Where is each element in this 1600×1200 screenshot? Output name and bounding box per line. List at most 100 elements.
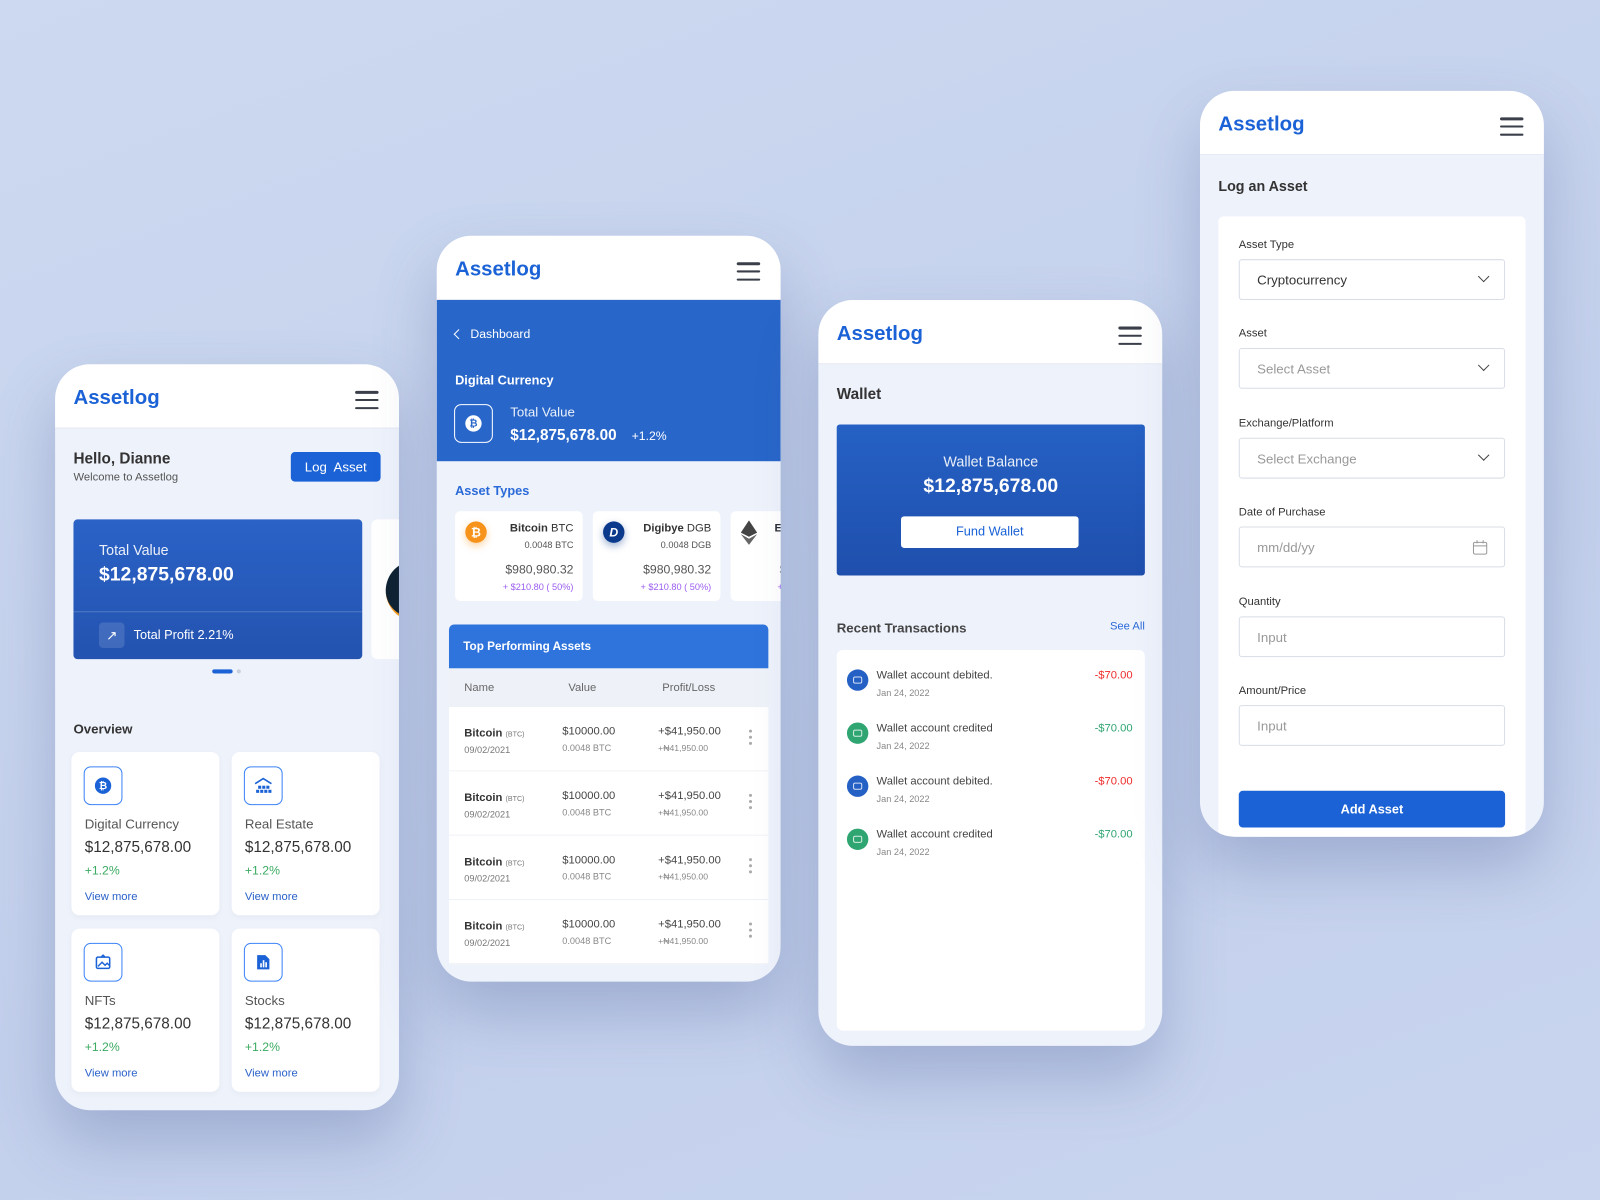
bitcoin-coin-icon: ₿: [465, 521, 487, 543]
asset-price: $980,980.32: [643, 562, 712, 577]
asset-value: $10000.00: [562, 854, 616, 867]
chevron-down-icon: [1477, 359, 1490, 372]
chart-file-icon: [243, 942, 283, 982]
bitcoin-icon: ₿: [83, 766, 123, 806]
asset-qty: 0.0048 BTC: [562, 871, 612, 882]
wallet-icon: [846, 775, 869, 797]
asset-date: 09/02/2021: [464, 873, 511, 884]
transaction-item[interactable]: Wallet account credited Jan 24, 2022 -$7…: [846, 828, 1133, 870]
asset-change: + $210.80 ( 50%): [640, 581, 712, 592]
hamburger-menu-icon[interactable]: [1118, 326, 1142, 345]
table-row[interactable]: Bitcoin (BTC) 09/02/2021 $10000.00 0.004…: [448, 771, 769, 836]
exchange-select[interactable]: Select Exchange: [1238, 437, 1506, 479]
ethereum-coin-icon: [740, 520, 758, 550]
profit-loss-ngn: +₦41,950.00: [658, 742, 709, 754]
wallet-icon: [846, 669, 869, 691]
column-header: Name: [464, 681, 495, 694]
add-asset-button[interactable]: Add Asset: [1238, 790, 1506, 828]
transaction-text: Wallet account credited: [876, 828, 993, 841]
next-card-peek[interactable]: [371, 519, 399, 660]
table-row[interactable]: Bitcoin (BTC) 09/02/2021 $10000.00 0.004…: [448, 835, 769, 900]
transaction-amount: -$70.00: [1094, 775, 1133, 788]
hamburger-menu-icon[interactable]: [355, 390, 379, 410]
asset-value: $10000.00: [562, 725, 616, 738]
transaction-item[interactable]: Wallet account debited. Jan 24, 2022 -$7…: [846, 775, 1133, 817]
total-value: $12,875,678.00: [98, 564, 234, 586]
table-row[interactable]: Bitcoin (BTC) 09/02/2021 $10000.00 0.004…: [448, 707, 769, 772]
wallet-icon: [846, 722, 869, 744]
table-row[interactable]: Bitcoin (BTC) 09/02/2021 $10000.00 0.004…: [448, 899, 769, 965]
column-header: Profit/Loss: [662, 681, 716, 694]
asset-qty: 0.0048 DGB: [660, 539, 712, 550]
transaction-item[interactable]: Wallet account debited. Jan 24, 2022 -$7…: [846, 669, 1133, 710]
hamburger-menu-icon[interactable]: [736, 262, 761, 281]
carousel-dot-active[interactable]: [212, 669, 233, 674]
hamburger-menu-icon[interactable]: [1499, 117, 1524, 136]
transaction-date: Jan 24, 2022: [876, 793, 930, 805]
calendar-icon[interactable]: [1472, 540, 1488, 555]
transaction-date: Jan 24, 2022: [876, 740, 930, 752]
asset-price: $: [780, 562, 781, 576]
home-screen: Assetlog Hello, Dianne Welcome to Assetl…: [55, 364, 399, 1111]
view-more-link[interactable]: View more: [85, 891, 138, 903]
app-logo: Assetlog: [836, 322, 923, 345]
more-options-icon[interactable]: [748, 922, 753, 938]
profit-loss: +$41,950.00: [658, 854, 721, 867]
transaction-amount: -$70.00: [1094, 669, 1133, 682]
digital-currency-screen: Assetlog Dashboard Digital Currency ₿ To…: [436, 235, 781, 982]
asset-card-ethereum[interactable]: E $ +: [730, 511, 781, 602]
overview-value: $12,875,678.00: [244, 1015, 352, 1033]
overview-label: Stocks: [244, 992, 285, 1009]
recent-transactions-title: Recent Transactions: [836, 620, 967, 636]
coin-illustration: [385, 560, 399, 622]
greeting: Hello, Dianne: [73, 449, 171, 468]
profit-loss: +$41,950.00: [658, 789, 721, 803]
overview-card-stocks[interactable]: Stocks $12,875,678.00 +1.2% View more: [231, 928, 380, 1092]
total-value-card[interactable]: Total Value $12,875,678.00 ↗ Total Profi…: [73, 519, 363, 660]
wallet-balance-label: Wallet Balance: [943, 453, 1039, 470]
profit-loss-ngn: +₦41,950.00: [658, 871, 709, 882]
welcome-text: Welcome to Assetlog: [73, 471, 179, 484]
quantity-input[interactable]: Input: [1238, 616, 1506, 658]
asset-change: +: [778, 582, 781, 592]
view-more-link[interactable]: View more: [245, 1067, 298, 1079]
amount-input[interactable]: Input: [1238, 705, 1506, 746]
more-options-icon[interactable]: [748, 858, 753, 874]
asset-type-select[interactable]: Cryptocurrency: [1238, 259, 1506, 300]
asset-name: Bitcoin BTC: [509, 522, 574, 535]
view-more-link[interactable]: View more: [245, 891, 298, 903]
asset-card-digibyte[interactable]: D Digibye DGB 0.0048 DGB $980,980.32 + $…: [592, 511, 721, 602]
overview-title: Overview: [73, 721, 133, 737]
profit-loss-ngn: +₦41,950.00: [658, 935, 709, 946]
back-link[interactable]: Dashboard: [453, 327, 530, 341]
total-change: +1.2%: [631, 428, 667, 443]
app-header: Assetlog: [818, 299, 1163, 365]
transaction-amount: -$70.00: [1094, 722, 1133, 735]
log-asset-button[interactable]: Log Asset: [290, 452, 381, 482]
chevron-down-icon: [1477, 270, 1490, 283]
fund-wallet-button[interactable]: Fund Wallet: [901, 516, 1079, 548]
arrow-up-right-icon: ↗: [98, 622, 125, 648]
asset-select[interactable]: Select Asset: [1238, 347, 1506, 389]
transaction-date: Jan 24, 2022: [876, 687, 930, 698]
more-options-icon[interactable]: [748, 793, 753, 810]
overview-card-real-estate[interactable]: Real Estate $12,875,678.00 +1.2% View mo…: [231, 752, 380, 916]
overview-value: $12,875,678.00: [84, 838, 192, 857]
see-all-link[interactable]: See All: [1110, 620, 1145, 632]
asset-change: + $210.80 ( 50%): [502, 581, 574, 592]
asset-card-bitcoin[interactable]: ₿ Bitcoin BTC 0.0048 BTC $980,980.32 + $…: [455, 511, 583, 602]
section-title: Digital Currency: [455, 373, 554, 388]
date-of-purchase-input[interactable]: mm/dd/yy: [1238, 526, 1506, 568]
asset-type-label: Asset Type: [1238, 238, 1295, 252]
overview-label: NFTs: [84, 992, 116, 1009]
transaction-item[interactable]: Wallet account credited Jan 24, 2022 -$7…: [846, 722, 1133, 763]
total-value: $12,875,678.00: [510, 426, 617, 444]
more-options-icon[interactable]: [748, 729, 753, 745]
app-header: Assetlog: [55, 364, 399, 429]
overview-card-nfts[interactable]: NFTs $12,875,678.00 +1.2% View more: [71, 928, 220, 1092]
currency-hero: Dashboard Digital Currency ₿ Total Value…: [436, 299, 781, 462]
carousel-dot[interactable]: [236, 669, 241, 674]
view-more-link[interactable]: View more: [85, 1067, 138, 1079]
asset-value: $10000.00: [562, 918, 616, 931]
overview-card-digital-currency[interactable]: ₿ Digital Currency $12,875,678.00 +1.2% …: [71, 752, 220, 916]
